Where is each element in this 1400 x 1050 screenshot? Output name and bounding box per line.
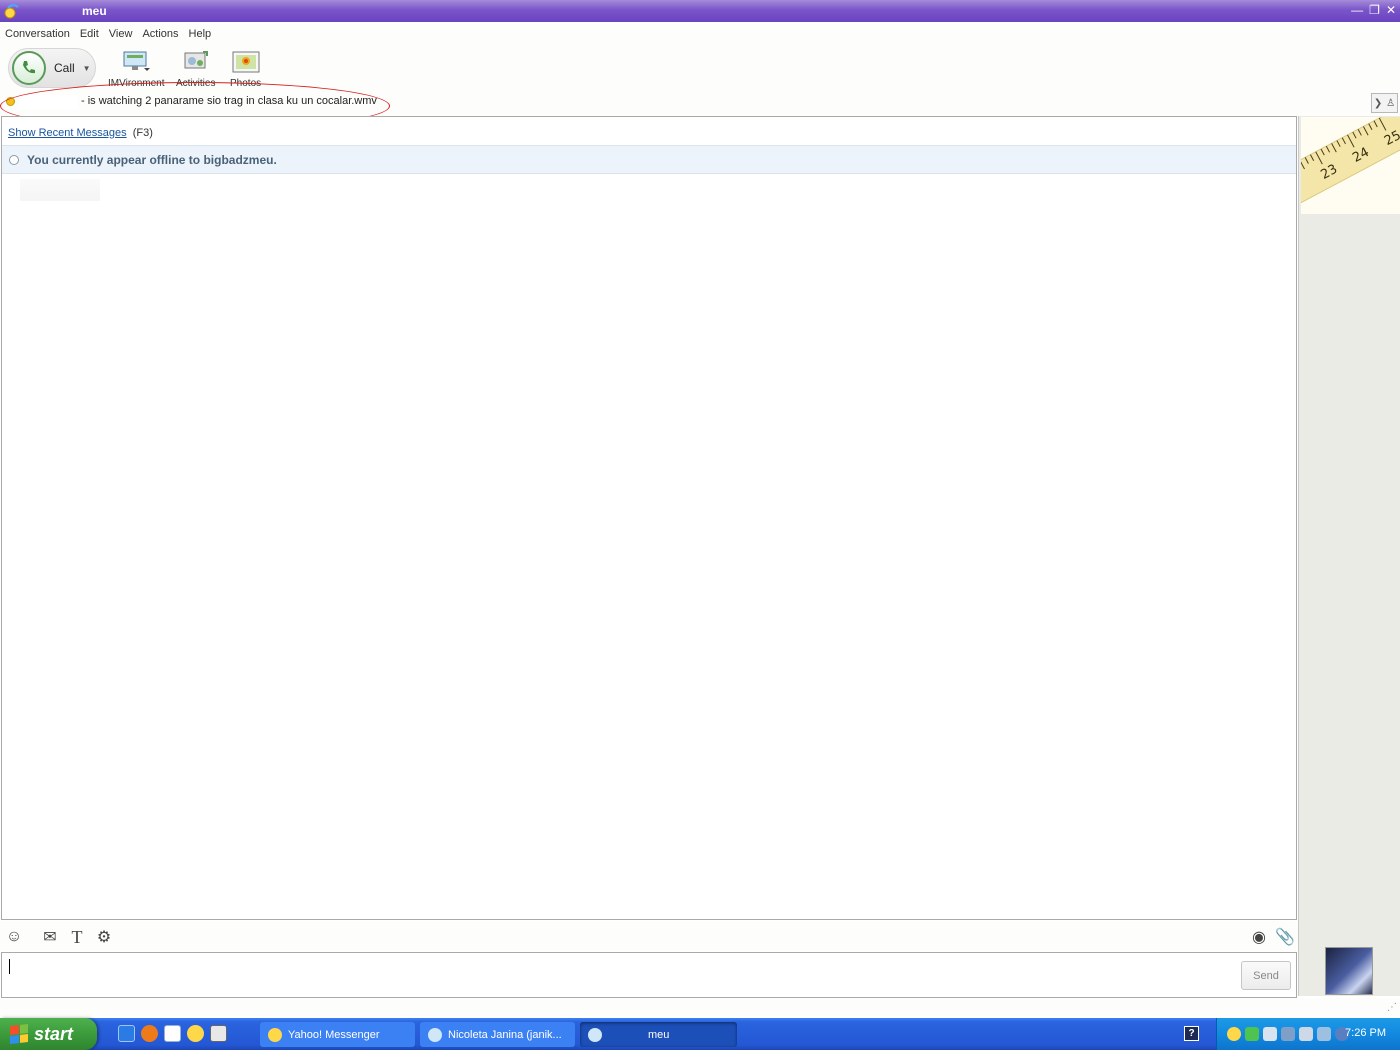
status-strip: ⋰: [0, 998, 1400, 1016]
help-icon[interactable]: ?: [1184, 1026, 1199, 1041]
contact-display-image[interactable]: 2 23 24 25: [1301, 117, 1400, 214]
show-recent-messages-link[interactable]: Show Recent Messages: [8, 127, 127, 139]
webcam-icon[interactable]: ◉: [1249, 927, 1269, 947]
side-panel: 2 23 24 25: [1298, 116, 1400, 996]
network-icon[interactable]: [1281, 1027, 1295, 1041]
menu-conversation[interactable]: Conversation: [0, 28, 75, 40]
firefox-icon[interactable]: [141, 1025, 158, 1042]
paperclip-icon[interactable]: 📎: [1275, 927, 1295, 947]
message-input[interactable]: Send: [1, 952, 1297, 998]
task-label: meu: [648, 1028, 670, 1041]
person-icon: ♙: [1386, 97, 1396, 109]
audible-icon[interactable]: ✉: [40, 927, 60, 947]
chevron-down-icon[interactable]: ▼: [83, 64, 91, 73]
outlook-icon[interactable]: [164, 1025, 181, 1042]
task-label: Yahoo! Messenger: [288, 1028, 380, 1041]
yahoo-tray-icon[interactable]: [1227, 1027, 1241, 1041]
window-title: meu: [82, 4, 107, 18]
chat-window-icon: [588, 1027, 602, 1042]
network-icon[interactable]: [1263, 1027, 1277, 1041]
task-yahoo-messenger[interactable]: Yahoo! Messenger: [260, 1022, 415, 1047]
shield-icon[interactable]: [1245, 1027, 1259, 1041]
my-display-image[interactable]: [1325, 947, 1373, 995]
send-button[interactable]: Send: [1241, 961, 1291, 990]
system-tray: 7:26 PM: [1216, 1018, 1400, 1050]
call-label: Call: [54, 61, 75, 75]
conversation-pane[interactable]: Show Recent Messages (F3) You currently …: [1, 116, 1297, 920]
gear-icon[interactable]: ⚙: [94, 927, 114, 947]
quick-launch: [118, 1025, 227, 1042]
yahoo-messenger-quick-icon[interactable]: [187, 1025, 204, 1042]
menu-actions[interactable]: Actions: [137, 28, 183, 40]
menu-edit[interactable]: Edit: [75, 28, 104, 40]
chat-window-icon: [428, 1027, 442, 1042]
chevron-right-icon: ❯: [1373, 97, 1383, 109]
window-controls: — ❐ ✕: [1351, 3, 1396, 17]
text-format-icon[interactable]: T: [67, 927, 87, 947]
task-active-chat[interactable]: meu: [580, 1022, 737, 1047]
redacted-message-area: [20, 179, 100, 201]
minimize-icon[interactable]: —: [1351, 3, 1363, 17]
phone-icon: [12, 51, 46, 85]
messenger-app-icon: [4, 3, 20, 19]
volume-icon[interactable]: [1299, 1027, 1313, 1041]
offline-status-icon: [9, 154, 19, 165]
windows-taskbar: start Yahoo! Messenger Nicoleta Janina (…: [0, 1018, 1400, 1050]
task-nicoleta-chat[interactable]: Nicoleta Janina (janik...: [420, 1022, 575, 1047]
imvironment-icon: [123, 51, 151, 71]
close-icon[interactable]: ✕: [1386, 3, 1396, 17]
menu-view[interactable]: View: [104, 28, 138, 40]
menu-help[interactable]: Help: [184, 28, 217, 40]
activities-icon: [184, 51, 208, 69]
windows-logo-icon: [10, 1024, 28, 1044]
call-button[interactable]: Call ▼: [8, 48, 96, 88]
toggle-side-pane-button[interactable]: ❯ ♙: [1371, 93, 1398, 113]
photos-icon: [232, 51, 260, 73]
resize-grip-icon[interactable]: ⋰: [1387, 1002, 1397, 1013]
messenger-app: meu — ❐ ✕ Conversation Edit View Actions…: [0, 0, 1400, 1050]
restore-icon[interactable]: ❐: [1369, 3, 1380, 17]
text-caret: [9, 959, 10, 974]
formatting-toolbar: ☺ ✉ T ⚙ ◉ 📎: [0, 921, 1298, 951]
clock: 7:26 PM: [1345, 1027, 1386, 1039]
offline-notice-bar: You currently appear offline to bigbadzm…: [2, 145, 1296, 174]
recent-messages-line: Show Recent Messages (F3): [8, 127, 153, 139]
task-label: Nicoleta Janina (janik...: [448, 1028, 562, 1041]
antivirus-icon[interactable]: [1317, 1027, 1331, 1041]
yahoo-smiley-icon: [268, 1027, 282, 1042]
drive-icon[interactable]: [210, 1025, 227, 1042]
start-button[interactable]: start: [0, 1018, 97, 1050]
offline-notice-text: You currently appear offline to bigbadzm…: [27, 152, 277, 167]
menu-bar: Conversation Edit View Actions Help: [0, 24, 1400, 44]
ie-icon[interactable]: [118, 1025, 135, 1042]
recent-messages-shortcut: (F3): [132, 127, 153, 139]
start-label: start: [34, 1023, 74, 1044]
title-bar: meu — ❐ ✕: [0, 0, 1400, 22]
emoticon-icon[interactable]: ☺: [4, 927, 24, 947]
